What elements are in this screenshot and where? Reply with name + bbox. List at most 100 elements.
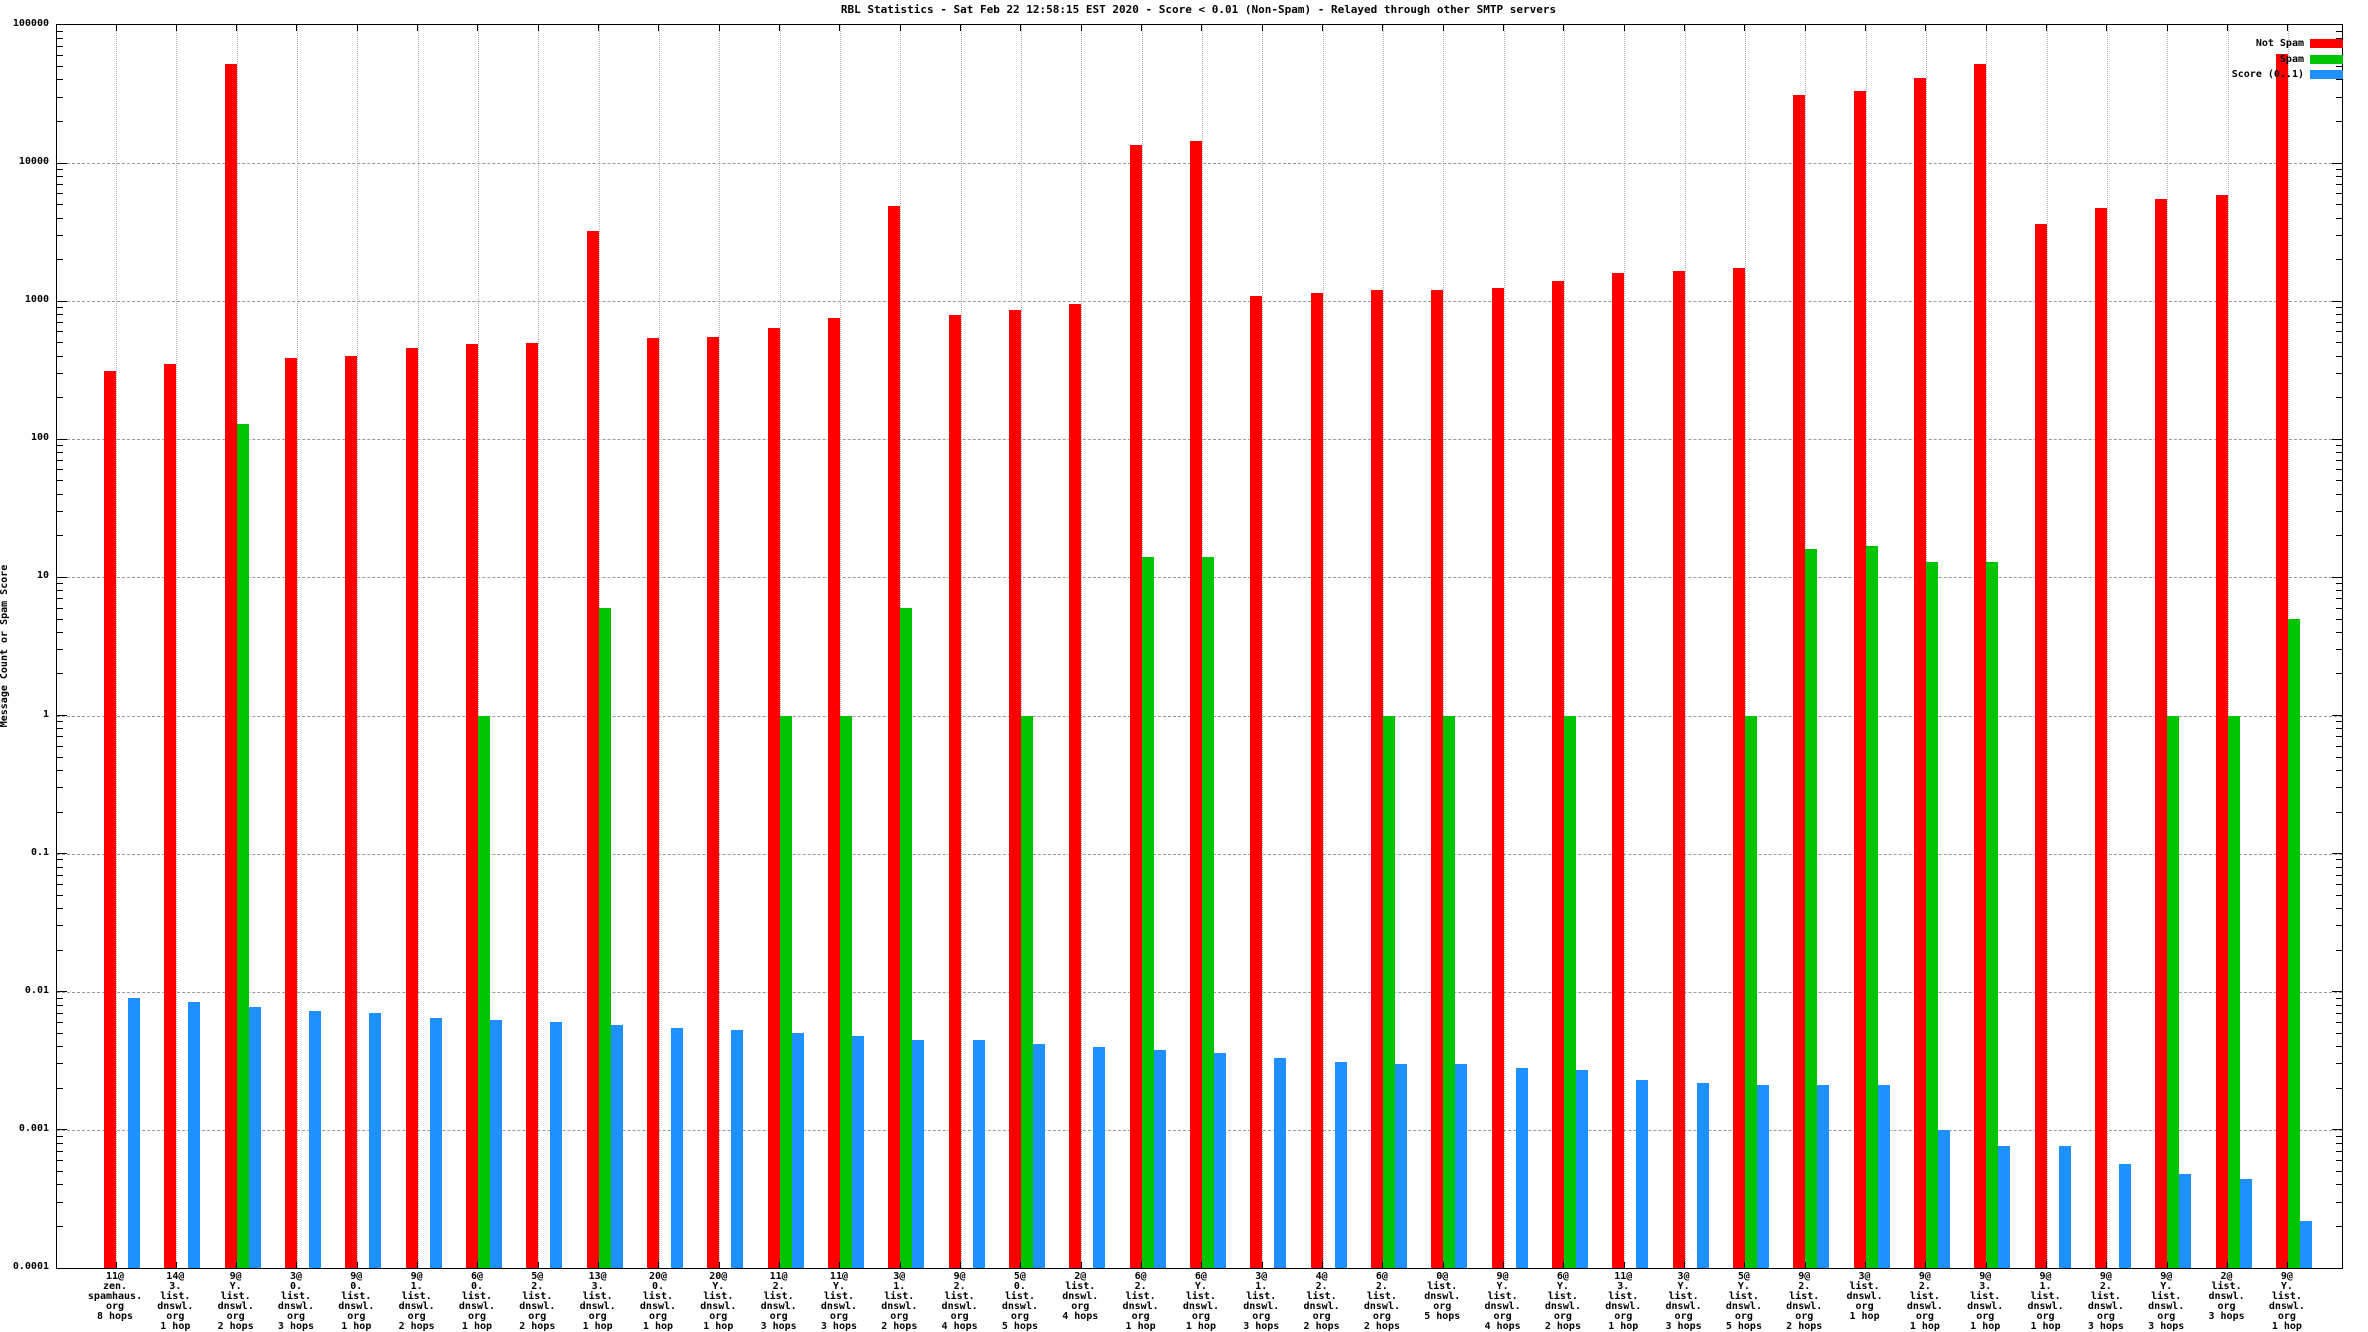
x-tick	[658, 1262, 659, 1268]
x-tick	[1744, 25, 1745, 31]
y-major-tick	[2332, 163, 2342, 164]
bar-score	[1636, 1080, 1648, 1268]
y-minor-tick	[57, 859, 63, 860]
bar-spam	[900, 608, 912, 1268]
bar-not-spam	[1612, 273, 1624, 1268]
bar-score	[1697, 1083, 1709, 1268]
y-tick-label: 100000	[0, 18, 49, 30]
grid-vline	[2047, 25, 2048, 1268]
y-minor-tick	[2336, 1143, 2342, 1144]
bar-not-spam	[707, 337, 719, 1268]
y-minor-tick	[2336, 673, 2342, 674]
x-category-label: 11@ 2. list. dnswl. org 3 hops	[748, 1272, 810, 1332]
grid-vline	[357, 25, 358, 1268]
y-minor-tick	[2336, 998, 2342, 999]
bar-not-spam	[1009, 310, 1021, 1268]
y-minor-tick	[57, 314, 63, 315]
y-minor-tick	[2336, 787, 2342, 788]
y-minor-tick	[2336, 342, 2342, 343]
x-tick	[2287, 1262, 2288, 1268]
y-minor-tick	[57, 908, 63, 909]
x-tick	[417, 25, 418, 31]
x-tick	[900, 25, 901, 31]
x-category-label: 9@ 2. list. dnswl. org 2 hops	[1773, 1272, 1835, 1332]
y-minor-tick	[2336, 1184, 2342, 1185]
y-minor-tick	[57, 1202, 63, 1203]
bar-spam	[1805, 549, 1817, 1268]
x-tick	[176, 1262, 177, 1268]
bar-score	[611, 1025, 623, 1268]
bar-score	[2119, 1164, 2131, 1268]
y-major-tick	[2332, 991, 2342, 992]
x-category-label: 6@ 0. list. dnswl. org 1 hop	[446, 1272, 508, 1332]
y-minor-tick	[57, 373, 63, 374]
y-minor-tick	[57, 895, 63, 896]
x-category-label: 9@ Y. list. dnswl. org 2 hops	[205, 1272, 267, 1332]
x-tick	[1865, 25, 1866, 31]
x-tick	[658, 25, 659, 31]
y-minor-tick	[57, 1151, 63, 1152]
y-minor-tick	[57, 875, 63, 876]
x-category-label: 9@ 1. list. dnswl. org 2 hops	[386, 1272, 448, 1332]
bar-spam	[1383, 716, 1395, 1268]
x-tick	[779, 25, 780, 31]
y-minor-tick	[57, 469, 63, 470]
x-category-label: 20@ Y. list. dnswl. org 1 hop	[687, 1272, 749, 1332]
x-category-label: 5@ 2. list. dnswl. org 2 hops	[506, 1272, 568, 1332]
y-minor-tick	[57, 649, 63, 650]
y-minor-tick	[57, 176, 63, 177]
bar-score	[1516, 1068, 1528, 1268]
bar-score	[1576, 1070, 1588, 1268]
x-tick	[1141, 1262, 1142, 1268]
x-category-label: 3@ list. dnswl. org 1 hop	[1834, 1272, 1896, 1322]
x-category-label: 9@ 2. list. dnswl. org 4 hops	[929, 1272, 991, 1332]
bar-spam	[1142, 557, 1154, 1268]
bar-spam	[1564, 716, 1576, 1268]
y-minor-tick	[57, 884, 63, 885]
x-tick	[960, 25, 961, 31]
x-tick	[1020, 1262, 1021, 1268]
bar-not-spam	[1854, 91, 1866, 1268]
y-minor-tick	[2336, 925, 2342, 926]
y-minor-tick	[2336, 193, 2342, 194]
bar-score	[128, 998, 140, 1268]
y-minor-tick	[2336, 721, 2342, 722]
y-minor-tick	[2336, 1160, 2342, 1161]
y-minor-tick	[2336, 235, 2342, 236]
y-minor-tick	[2336, 583, 2342, 584]
y-minor-tick	[2336, 314, 2342, 315]
y-minor-tick	[2336, 608, 2342, 609]
x-tick	[477, 25, 478, 31]
x-category-label: 9@ 1. list. dnswl. org 1 hop	[2015, 1272, 2077, 1332]
bar-spam	[2288, 619, 2300, 1268]
y-major-tick	[57, 1129, 67, 1130]
y-tick-label: 1	[0, 709, 49, 721]
y-minor-tick	[2336, 1226, 2342, 1227]
bar-score	[973, 1040, 985, 1268]
bar-not-spam	[1793, 95, 1805, 1268]
y-minor-tick	[2336, 875, 2342, 876]
y-minor-tick	[2336, 590, 2342, 591]
x-tick	[839, 1262, 840, 1268]
legend-swatch-not-spam-icon	[2310, 39, 2343, 48]
y-minor-tick	[2336, 373, 2342, 374]
y-minor-tick	[2336, 511, 2342, 512]
bar-score	[188, 1002, 200, 1268]
y-minor-tick	[57, 590, 63, 591]
bar-score	[1938, 1130, 1950, 1268]
x-tick	[236, 25, 237, 31]
y-minor-tick	[2336, 770, 2342, 771]
x-tick	[1684, 1262, 1685, 1268]
bar-score	[852, 1036, 864, 1268]
y-minor-tick	[2336, 480, 2342, 481]
y-major-tick	[2332, 715, 2342, 716]
x-category-label: 11@ 3. list. dnswl. org 1 hop	[1592, 1272, 1654, 1332]
legend-row-spam: Spam	[2110, 52, 2343, 68]
x-tick	[1141, 25, 1142, 31]
y-minor-tick	[2336, 950, 2342, 951]
x-tick	[1563, 25, 1564, 31]
grid-vline	[719, 25, 720, 1268]
y-minor-tick	[57, 235, 63, 236]
y-minor-tick	[2336, 259, 2342, 260]
x-tick	[960, 1262, 961, 1268]
